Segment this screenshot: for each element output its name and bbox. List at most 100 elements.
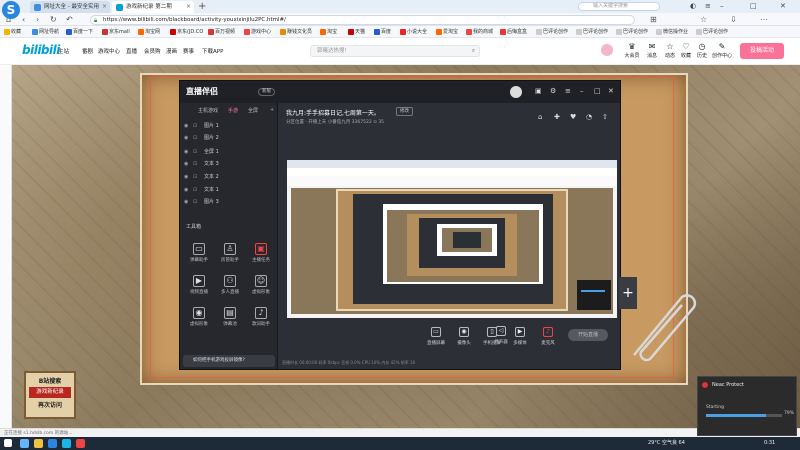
bookmark-item[interactable]: 小说大全 xyxy=(400,26,427,38)
menu-icon[interactable]: ≡ xyxy=(565,87,571,95)
start-live-button[interactable]: 开始直播 xyxy=(568,329,608,341)
nav-link[interactable]: 下载APP xyxy=(202,47,223,55)
app-icon[interactable] xyxy=(62,439,71,448)
bookmark-item[interactable]: 巴评论创作 xyxy=(616,26,648,38)
tool-button[interactable]: ♙ 房管助手 xyxy=(216,241,244,267)
close-window-icon[interactable]: ✕ xyxy=(780,1,786,12)
bookmark-item[interactable]: 后悔盒盒 xyxy=(500,26,527,38)
screen-capture-button[interactable]: ▭ 直播屏幕 xyxy=(422,327,450,346)
bookmark-item[interactable]: 我的商城 xyxy=(466,26,493,38)
edit-room-button[interactable]: 修改 xyxy=(396,107,413,116)
bookmark-item[interactable]: 淘宝 xyxy=(320,26,337,38)
maximize-icon[interactable]: □ xyxy=(750,1,757,12)
tool-button[interactable]: ⚇ 多人直播 xyxy=(216,273,244,299)
download-icon[interactable]: ⇩ xyxy=(730,13,737,26)
clock-text[interactable]: 0:31 xyxy=(764,437,775,450)
bookmark-item[interactable]: 百度一下 xyxy=(66,26,93,38)
scene-item[interactable]: ◉ ⊡ 文本 3 xyxy=(184,159,274,169)
bookmark-item[interactable]: 巴评论创作 xyxy=(536,26,568,38)
mirror-help-link[interactable]: 如何把手机游戏投屏镜像? xyxy=(183,355,275,367)
nav-link[interactable]: 游戏中心 xyxy=(98,47,120,55)
close-icon[interactable]: ✕ xyxy=(608,87,614,95)
tool-button[interactable]: ▶ 视频直播 xyxy=(185,273,213,299)
bookmark-item[interactable]: 巴评论创作 xyxy=(576,26,608,38)
nav-link[interactable]: 番剧 xyxy=(82,47,93,55)
nav-link[interactable]: 直播 xyxy=(126,47,137,55)
skin-icon[interactable]: ◐ xyxy=(690,1,696,12)
bookmark-item[interactable]: 爱淘宝 xyxy=(436,26,458,38)
search-icon[interactable] xyxy=(20,439,29,448)
tool-button[interactable]: ☺ 虚拟形象 xyxy=(247,273,275,299)
browser-tab-2[interactable]: 游戏新纪录 第二期 × xyxy=(112,1,194,13)
bell-icon[interactable]: ◔ xyxy=(586,113,592,121)
bookmark-item[interactable]: 游戏中心 xyxy=(244,26,271,38)
browser-logo-icon[interactable]: S xyxy=(2,1,20,19)
bookmark-item[interactable]: 巴评论创作 xyxy=(696,26,728,38)
more-icon[interactable]: ⋯ xyxy=(760,13,768,26)
maximize-icon[interactable]: □ xyxy=(594,87,601,95)
weather-text[interactable]: 29°C 空气良 64 xyxy=(648,437,685,450)
tool-button[interactable]: ◉ 虚拟形象 xyxy=(185,305,213,331)
bookmark-item[interactable]: 天猫 xyxy=(348,26,365,38)
reload-icon[interactable]: ↻ xyxy=(50,13,57,26)
bookmark-item[interactable]: 赚钱文化员 xyxy=(280,26,312,38)
start-icon[interactable] xyxy=(4,439,12,447)
nav-link[interactable]: 主站 xyxy=(58,47,69,55)
back-icon[interactable]: ‹ xyxy=(22,13,25,26)
star-icon[interactable]: ☆ xyxy=(700,13,707,26)
skin-icon[interactable]: ▣ xyxy=(535,87,542,95)
fans-icon[interactable]: ♥ xyxy=(570,113,576,121)
tab-mobile[interactable]: 手游 xyxy=(228,107,238,114)
settings-icon[interactable]: ⚙ xyxy=(550,87,556,95)
nav-link[interactable]: 漫画 xyxy=(166,47,177,55)
browser-icon[interactable] xyxy=(48,439,57,448)
history-icon-button[interactable]: ◷ 历史 xyxy=(692,42,712,59)
app-icon[interactable] xyxy=(76,439,85,448)
avatar[interactable] xyxy=(600,43,614,57)
new-tab-button[interactable]: + xyxy=(198,1,206,13)
tab-search-input[interactable]: 输入关键字搜索 xyxy=(578,2,660,11)
bookmark-item[interactable]: 百万视频 xyxy=(208,26,235,38)
search-input[interactable]: 郭曦达热搜! ⌕ xyxy=(310,45,480,57)
tool-button[interactable]: ♪ 歌词助手 xyxy=(247,305,275,331)
tool-button[interactable]: ▤ 弹幕池 xyxy=(216,305,244,331)
browser-tab-1[interactable]: 网址大全 - 最安全实用 × xyxy=(30,1,110,13)
bookmark-item[interactable]: 京东(JD.CO xyxy=(170,26,203,38)
scene-item[interactable]: ◉ ⊡ 文本 2 xyxy=(184,172,274,182)
app-avatar[interactable] xyxy=(510,86,522,98)
bookmark-item[interactable]: 网址导航 xyxy=(32,26,59,38)
upload-icon[interactable]: ⇧ xyxy=(602,113,608,121)
close-tab-icon[interactable]: × xyxy=(186,1,191,13)
scene-item[interactable]: ◉ ⊡ 文本 1 xyxy=(184,185,274,195)
minimize-icon[interactable]: – xyxy=(720,1,724,12)
scene-item[interactable]: ◉ ⊡ 图片 2 xyxy=(184,133,274,143)
messages-icon-button[interactable]: ✉ 消息 xyxy=(642,42,662,59)
tab-console[interactable]: 主机游戏 xyxy=(198,107,218,114)
nav-link[interactable]: 会员购 xyxy=(144,47,161,55)
menu-icon[interactable]: ≡ xyxy=(705,1,711,12)
upload-button[interactable]: 投稿活动 xyxy=(740,43,784,59)
speaker-button[interactable]: ◁ 扬声器 xyxy=(487,326,515,345)
creator-center-icon-button[interactable]: ✎ 创作中心 xyxy=(712,42,732,59)
vip-icon-button[interactable]: ♛ 大会员 xyxy=(622,42,642,59)
url-input[interactable]: 🔒︎ https://www.bilibili.com/blackboard/a… xyxy=(90,15,635,25)
promo-card[interactable]: B站搜索 游戏新纪录 再次访问 xyxy=(24,371,76,419)
restore-icon[interactable]: ↶ xyxy=(66,13,73,26)
close-tab-icon[interactable]: × xyxy=(102,1,107,13)
tab-fullscreen[interactable]: 全屏 xyxy=(248,107,258,114)
scene-item[interactable]: ◉ ⊡ 图片 1 xyxy=(184,121,274,131)
app-version-badge[interactable]: 新版 xyxy=(258,88,275,96)
bookmark-item[interactable]: 京东mall xyxy=(102,26,130,38)
scene-item[interactable]: ◉ ⊡ 全屏 1 xyxy=(184,147,274,157)
forward-icon[interactable]: › xyxy=(36,13,39,26)
search-icon[interactable]: ⌕ xyxy=(472,46,475,56)
tool-button[interactable]: ▣ 主播任务 xyxy=(247,241,275,267)
bilibili-logo[interactable]: bilibili xyxy=(22,43,60,57)
bookmark-item[interactable]: 淘宝网 xyxy=(138,26,160,38)
gift-icon[interactable]: ✚ xyxy=(554,113,560,121)
add-scene-icon[interactable]: + xyxy=(270,107,274,113)
scene-item[interactable]: ◉ ⊡ 图片 3 xyxy=(184,197,274,207)
share-icon[interactable]: ⌂ xyxy=(538,113,542,121)
bookmark-item[interactable]: 微信操作业 xyxy=(656,26,688,38)
camera-button[interactable]: ◉ 摄像头 xyxy=(450,327,478,346)
